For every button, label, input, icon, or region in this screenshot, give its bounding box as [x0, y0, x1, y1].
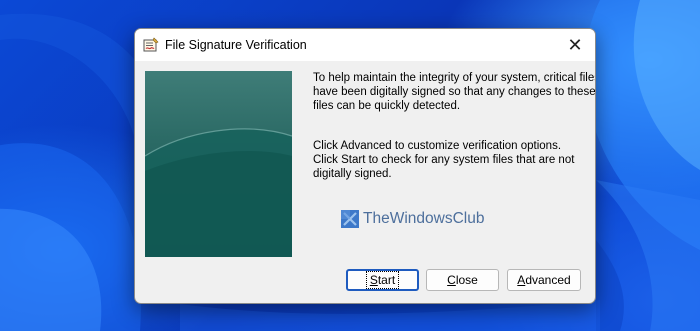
watermark-text: TheWindowsClub [363, 210, 485, 227]
dialog-banner-image [145, 71, 292, 257]
integrity-message: To help maintain the integrity of your s… [313, 71, 596, 113]
close-button[interactable]: Close [426, 269, 499, 291]
close-icon: ✕ [567, 34, 583, 55]
close-accesskey: C [447, 273, 456, 287]
message-line: digitally signed. [313, 168, 392, 180]
close-label-rest: lose [455, 273, 478, 287]
instructions-message: Click Advanced to customize verification… [313, 139, 585, 181]
start-button-label: Start [365, 271, 400, 289]
message-line: have been digitally signed so that any c… [313, 86, 596, 98]
message-line: To help maintain the integrity of your s… [313, 72, 596, 84]
dialog-title: File Signature Verification [165, 38, 307, 52]
message-line: Click Advanced to customize verification… [313, 140, 562, 152]
advanced-label-rest: dvanced [525, 273, 571, 287]
start-accesskey: S [369, 273, 378, 287]
windows-logo-icon [341, 210, 359, 228]
file-signature-verification-dialog: File Signature Verification ✕ To help ma… [134, 28, 596, 304]
advanced-button[interactable]: Advanced [507, 269, 581, 291]
close-button-label: Close [447, 273, 478, 287]
file-signature-verification-icon [143, 37, 159, 52]
advanced-button-label: Advanced [517, 273, 570, 287]
start-button[interactable]: Start [346, 269, 419, 291]
watermark: TheWindowsClub [341, 209, 484, 229]
start-label-rest: tart [377, 273, 396, 287]
close-window-button[interactable]: ✕ [555, 29, 595, 61]
message-line: files can be quickly detected. [313, 100, 461, 112]
message-line: Click Start to check for any system file… [313, 154, 575, 166]
banner-swoosh [145, 128, 292, 257]
title-bar[interactable]: File Signature Verification ✕ [135, 29, 595, 61]
